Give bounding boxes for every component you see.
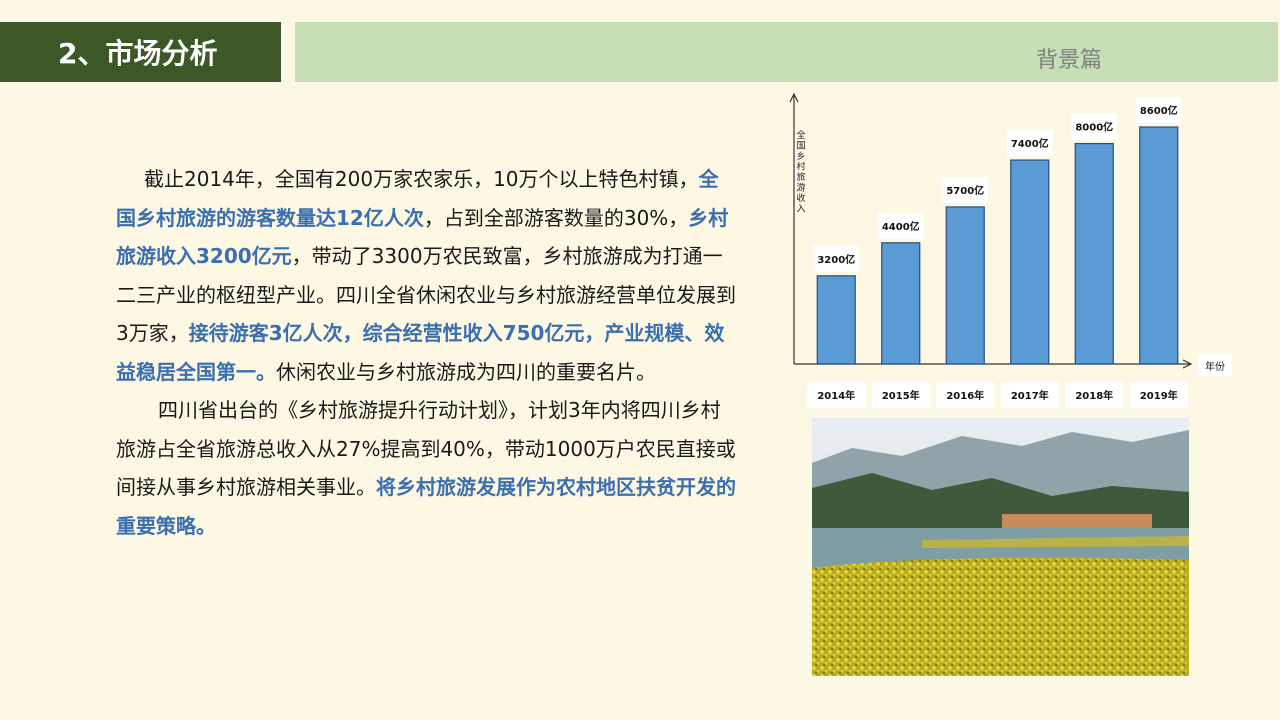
x-tick-label: 2018年 — [1075, 389, 1113, 402]
y-axis-label-char: 收 — [796, 192, 805, 204]
bar — [1010, 159, 1050, 365]
data-label: 8000亿 — [1075, 121, 1113, 134]
y-axis-label-char: 游 — [796, 182, 805, 194]
x-tick-label: 2016年 — [946, 389, 984, 402]
y-axis-label-char: 国 — [796, 141, 805, 152]
y-axis-label-char: 乡 — [796, 151, 805, 162]
body-text: 截止2014年，全国有200万家农家乐，10万个以上特色村镇，全国乡村旅游的游客… — [116, 160, 736, 545]
bar — [816, 275, 856, 365]
x-axis-label: 年份 — [1205, 360, 1225, 373]
photo-flower-field — [812, 557, 1189, 676]
bar — [945, 206, 985, 365]
data-label: 8600亿 — [1140, 104, 1178, 117]
x-axis-label-group: 年份 — [1198, 354, 1232, 376]
x-tick-label: 2015年 — [882, 389, 920, 402]
bars: 3200亿 4400亿 5700亿 7400亿 8000亿 8600亿 — [813, 97, 1182, 365]
revenue-bar-chart: 全国乡村旅游收入 3200亿 4400亿 5700亿 7400亿 8000亿 8600亿 … — [780, 88, 1260, 413]
data-label: 3200亿 — [817, 253, 855, 266]
paragraph-2: 四川省出台的《乡村旅游提升行动计划》，计划3年内将四川乡村旅游占全省旅游总收入从… — [116, 391, 736, 545]
y-axis-label-char: 村 — [796, 161, 805, 173]
bar — [1139, 126, 1179, 365]
bar — [881, 242, 921, 365]
section-label: 背景篇 — [1036, 48, 1103, 73]
chart-svg: 全国乡村旅游收入 3200亿4400亿5700亿7400亿8000亿8600亿 … — [789, 92, 1232, 408]
photo-houses — [1002, 514, 1152, 528]
data-label: 7400亿 — [1011, 137, 1049, 150]
paragraph-1-text-1: 截止2014年，全国有200万家农家乐，10万个以上特色村镇， — [144, 167, 699, 191]
paragraph-1-text-4: 休闲农业与乡村旅游成为四川的重要名片。 — [276, 359, 656, 384]
x-tick-labels: 2014年 2015年 2016年 2017年 2018年 2019年 — [807, 382, 1188, 408]
paragraph-1-text-2: ，占到全部游客数量的30%， — [423, 205, 689, 230]
y-axis-label: 全国乡村旅游收入 — [796, 129, 805, 215]
x-tick-label: 2017年 — [1011, 389, 1049, 402]
x-tick-label: 2014年 — [817, 389, 855, 402]
data-label: 4400亿 — [882, 220, 920, 233]
landscape-photo-icon — [812, 418, 1189, 676]
section-title-bar: 2、市场分析 — [0, 22, 281, 82]
section-banner — [295, 22, 1278, 82]
photo-svg — [812, 418, 1189, 676]
y-axis-label-char: 全 — [796, 129, 805, 141]
y-axis-label-char: 入 — [796, 204, 805, 215]
x-tick-label: 2019年 — [1140, 389, 1178, 402]
y-axis-label-char: 旅 — [796, 171, 805, 183]
paragraph-1: 截止2014年，全国有200万家农家乐，10万个以上特色村镇，全国乡村旅游的游客… — [116, 160, 736, 391]
bar — [1074, 142, 1114, 365]
data-label: 5700亿 — [946, 184, 984, 197]
page-title: 2、市场分析 — [58, 37, 218, 70]
